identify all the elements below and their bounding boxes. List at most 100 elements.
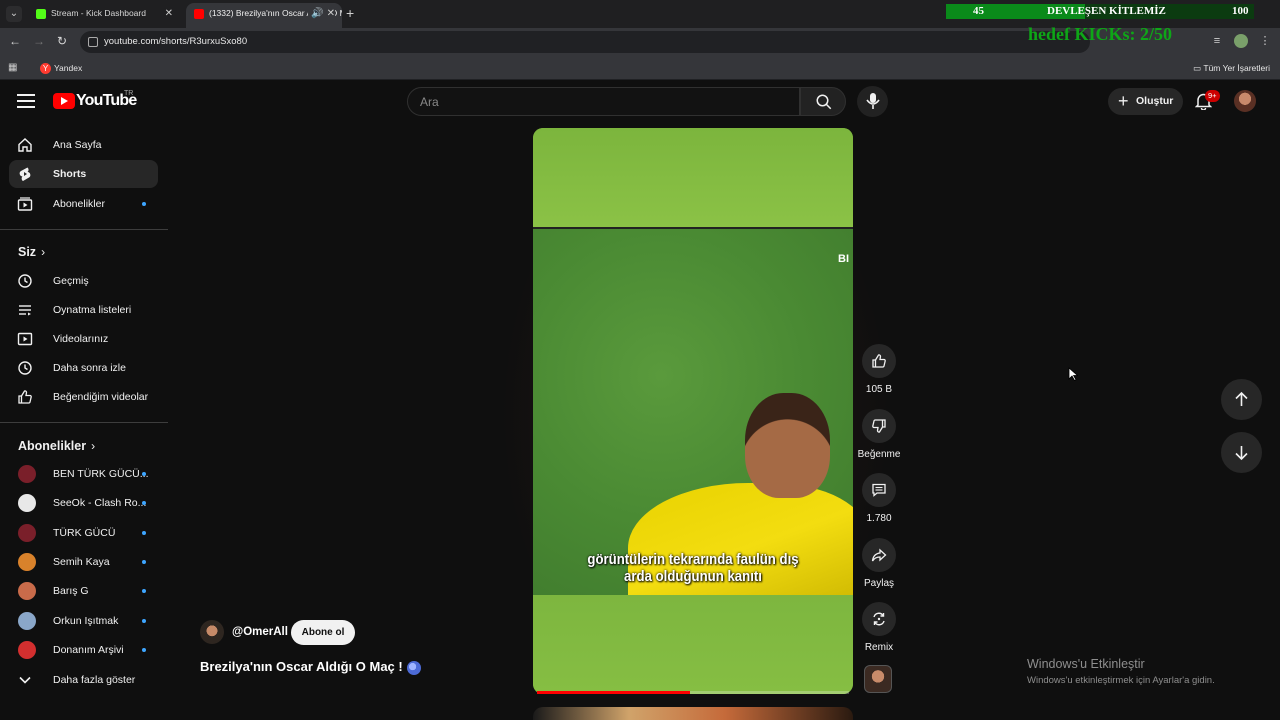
sidebar-subscription-item[interactable]: TÜRK GÜCÜ <box>9 519 158 547</box>
new-content-dot <box>142 589 146 594</box>
new-content-dot <box>142 559 146 564</box>
sidebar-item-label: Daha fazla göster <box>53 674 136 686</box>
voice-search-button[interactable] <box>857 86 888 117</box>
sidebar-item-label: Orkun Işıtmak <box>53 614 119 627</box>
youtube-play-icon <box>53 93 75 109</box>
sidebar-item-playlists[interactable]: Oynatma listeleri <box>9 296 158 324</box>
sidebar-subscription-item[interactable]: Donanım Arşivi <box>9 636 158 664</box>
activation-subtitle: Windows'u etkinleştirmek için Ayarlar'a … <box>1027 675 1215 686</box>
create-button[interactable]: + Oluştur <box>1108 88 1183 115</box>
close-tab-icon[interactable]: ✕ <box>165 3 173 24</box>
chevron-down-icon <box>19 676 31 684</box>
browser-tab-youtube[interactable]: (1332) Brezilya'nın Oscar Aldığı O Maç !… <box>186 3 342 28</box>
hamburger-menu-icon[interactable] <box>17 94 35 108</box>
original-audio-thumbnail[interactable] <box>864 665 892 693</box>
thumbs-down-icon <box>872 419 886 433</box>
new-content-dot <box>142 472 146 476</box>
apps-grid-icon[interactable]: ▦ <box>8 62 17 73</box>
sidebar-subscription-item[interactable]: Barış G <box>9 577 158 605</box>
sidebar-item-label: Oynatma listeleri <box>53 304 132 316</box>
sidebar-item-subscriptions[interactable]: Abonelikler <box>9 190 158 218</box>
profile-icon[interactable] <box>1234 34 1248 48</box>
sidebar-item-home[interactable]: Ana Sayfa <box>9 131 158 159</box>
remix-icon <box>873 612 885 626</box>
next-short-button[interactable] <box>1221 432 1262 473</box>
account-avatar[interactable] <box>1234 90 1256 112</box>
sidebar-divider <box>0 422 168 423</box>
channel-handle[interactable]: @OmerAll <box>232 626 288 638</box>
sidebar-item-label: Ana Sayfa <box>53 139 102 151</box>
chevron-right-icon: › <box>91 439 96 453</box>
sidebar-item-label: Donanım Arşivi <box>53 643 124 656</box>
kick-favicon-icon <box>36 8 46 19</box>
bookmark-yandex[interactable]: Y Yandex <box>40 61 82 75</box>
sidebar-item-watch-later[interactable]: Daha sonra izle <box>9 354 158 382</box>
sidebar-subscription-item[interactable]: BEN TÜRK GÜCÜ... <box>9 460 158 488</box>
sidebar-item-shorts[interactable]: Shorts <box>9 160 158 188</box>
sidebar-subscription-item[interactable]: Orkun Işıtmak <box>9 607 158 635</box>
channel-avatar <box>18 582 36 601</box>
forward-icon[interactable]: → <box>33 34 45 48</box>
site-info-icon[interactable] <box>88 37 98 47</box>
previous-short-button[interactable] <box>1221 379 1262 420</box>
stream-goal-text: hedef KICKs: 2/50 <box>1028 24 1172 44</box>
sidebar-item-history[interactable]: Geçmiş <box>9 267 158 295</box>
like-button[interactable]: 105 B <box>860 344 898 395</box>
sidebar-item-label: Videolarınız <box>53 333 109 345</box>
sidebar-item-show-more[interactable]: Daha fazla göster <box>9 666 158 694</box>
subscriptions-icon <box>17 197 33 211</box>
remix-button[interactable]: Remix <box>860 602 898 653</box>
tab-search-button[interactable]: ⌄ <box>6 6 22 22</box>
history-icon <box>18 274 32 288</box>
channel-avatar <box>18 465 36 483</box>
video-progress-fill <box>537 691 690 694</box>
sidebar: Ana Sayfa Shorts Abonelikler Siz › Geçmiş… <box>0 124 168 720</box>
arrow-up-icon <box>1235 391 1248 406</box>
watch-later-icon <box>18 361 32 375</box>
country-code: TR <box>124 90 134 97</box>
sidebar-subscription-item[interactable]: SeeOk - Clash Ro... <box>9 489 158 517</box>
browser-menu-icon[interactable]: ⋮ <box>1258 34 1272 48</box>
windows-activation-watermark: Windows'u Etkinleştir Windows'u etkinleş… <box>1027 657 1215 686</box>
browser-tab-kick[interactable]: Stream - Kick Dashboard ✕ <box>28 3 180 28</box>
reading-list-icon[interactable]: ≡ <box>1210 34 1224 48</box>
back-icon[interactable]: ← <box>9 34 21 48</box>
channel-avatar[interactable] <box>200 620 224 644</box>
sidebar-subscription-item[interactable]: Semih Kaya <box>9 548 158 576</box>
shorts-icon <box>19 167 31 181</box>
youtube-logo[interactable]: YouTube TR <box>53 90 137 110</box>
address-bar[interactable]: youtube.com/shorts/R3urxuSxo80 <box>80 31 1090 53</box>
search-icon <box>816 94 832 110</box>
broadcast-watermark: BI <box>838 253 849 265</box>
youtube-favicon-icon <box>194 8 204 19</box>
home-icon <box>18 138 32 152</box>
liked-videos-icon <box>18 390 32 404</box>
new-tab-icon[interactable]: + <box>346 5 354 21</box>
all-bookmarks-button[interactable]: ▭ Tüm Yer İşaretleri <box>1193 61 1270 75</box>
video-progress-bar[interactable] <box>537 691 849 694</box>
sidebar-item-liked-videos[interactable]: Beğendiğim videolar <box>9 383 158 411</box>
subscribe-button[interactable]: Abone ol <box>291 620 355 645</box>
sidebar-you-header[interactable]: Siz › <box>18 245 45 259</box>
bookmarks-bar: ▦ Y Yandex ▭ Tüm Yer İşaretleri <box>0 56 1280 80</box>
dislike-label: Beğenme <box>857 449 901 460</box>
dislike-button[interactable]: Beğenme <box>858 409 900 460</box>
search-input[interactable] <box>408 88 799 115</box>
next-short-preview[interactable] <box>533 707 853 720</box>
video-top-band <box>533 128 853 227</box>
reload-icon[interactable]: ↻ <box>57 34 67 48</box>
new-content-dot <box>142 647 146 652</box>
comments-button[interactable]: 1.780 <box>860 473 898 524</box>
channel-avatar <box>18 640 36 659</box>
shorts-video-player[interactable]: BI görüntülerin tekrarında faulün dış ar… <box>533 128 853 694</box>
sidebar-subscriptions-header[interactable]: Abonelikler › <box>18 439 95 453</box>
sidebar-item-label: Abonelikler <box>53 198 105 210</box>
short-title[interactable]: Brezilya'nın Oscar Aldığı O Maç ! <box>200 659 421 675</box>
share-button[interactable]: Paylaş <box>860 538 898 589</box>
close-tab-icon[interactable]: 🔊 ✕ <box>308 3 335 24</box>
sidebar-item-your-videos[interactable]: Videolarınız <box>9 325 158 353</box>
chevron-right-icon: › <box>41 245 46 259</box>
search-box <box>407 87 800 116</box>
search-button[interactable] <box>800 87 846 116</box>
sidebar-item-label: Beğendiğim videolar <box>53 391 149 403</box>
